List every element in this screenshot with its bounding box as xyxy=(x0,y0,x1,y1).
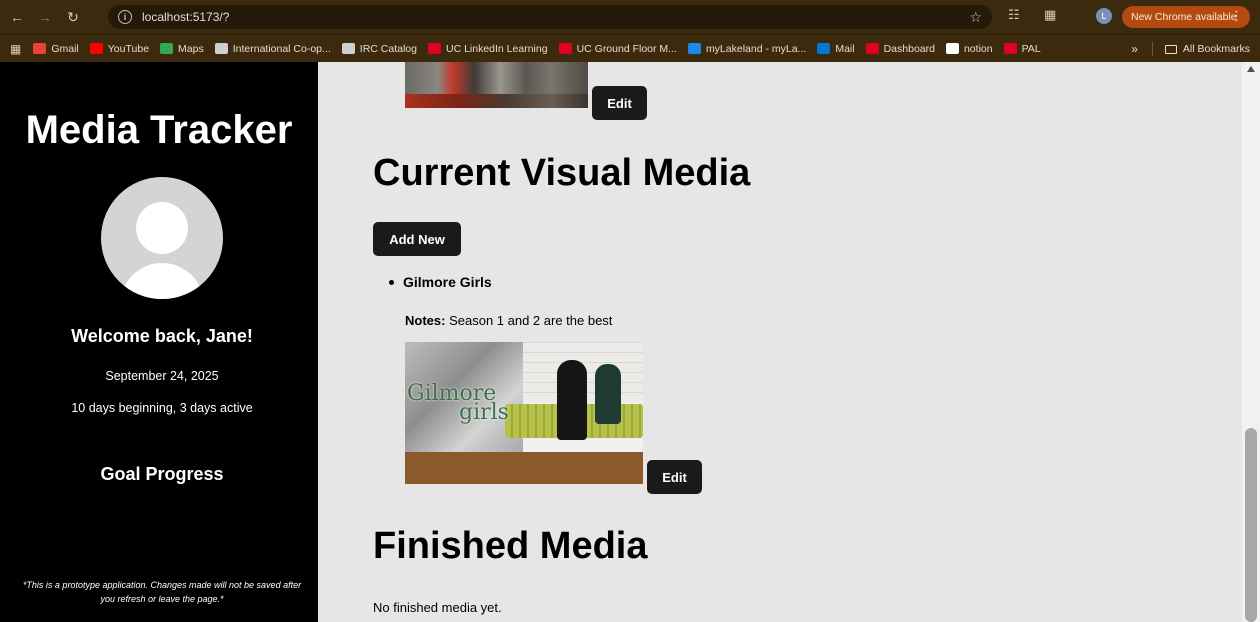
menu-dots-icon[interactable]: ⋮ xyxy=(1230,8,1243,24)
avatar-body xyxy=(120,263,204,299)
bookmark-item[interactable]: Maps xyxy=(160,43,204,55)
bookmark-item[interactable]: notion xyxy=(945,42,993,55)
scroll-up-icon[interactable] xyxy=(1247,66,1255,72)
extensions-icon[interactable]: ☷ xyxy=(1008,7,1020,23)
bookmark-label: Mail xyxy=(835,42,855,55)
profile-avatar[interactable]: L xyxy=(1096,8,1112,24)
reload-icon[interactable]: ↻ xyxy=(62,6,84,28)
bookmark-label: PAL xyxy=(1021,42,1041,55)
bookmark-favicon-icon xyxy=(214,43,228,54)
folder-icon xyxy=(1164,44,1177,54)
scrollbar-thumb[interactable] xyxy=(1245,428,1257,622)
bookmark-divider xyxy=(1151,42,1153,56)
bookmark-favicon-icon xyxy=(687,43,701,54)
bookmark-favicon-icon xyxy=(160,43,174,54)
bookmark-label: Gmail xyxy=(51,42,79,55)
prototype-disclaimer: *This is a prototype application. Change… xyxy=(22,580,302,604)
gilmore-girls-poster: Gilmore girls xyxy=(405,342,643,484)
bookmark-item[interactable]: PAL xyxy=(1003,42,1041,55)
finished-empty-message: No finished media yet. xyxy=(373,600,502,615)
bookmark-favicon-icon xyxy=(341,43,355,54)
edit-button[interactable]: Edit xyxy=(647,460,702,494)
bookmarks-bar: ▦ Gmail YouTube Maps International Co-op...… xyxy=(0,34,1260,62)
bookmark-star-icon[interactable]: ☆ xyxy=(969,9,982,26)
media-notes: Notes: Season 1 and 2 are the best xyxy=(405,313,612,328)
bookmark-item[interactable]: YouTube xyxy=(89,42,150,55)
bookmark-favicon-icon xyxy=(865,43,879,54)
bookmark-item[interactable]: UC LinkedIn Learning xyxy=(427,42,548,55)
bookmark-favicon-icon xyxy=(1003,43,1017,54)
bookmark-label: YouTube xyxy=(107,42,150,55)
app-sidebar: Media Tracker Welcome back, Jane! Septem… xyxy=(0,62,318,622)
media-title: Gilmore Girls xyxy=(403,274,492,290)
main-content: Edit Current Visual Media Add New Gilmor… xyxy=(318,62,1242,622)
current-date: September 24, 2025 xyxy=(105,369,219,383)
bookmark-label: International Co-op... xyxy=(232,42,331,55)
app-title: Media Tracker xyxy=(25,108,293,152)
activity-streak: 10 days beginning, 3 days active xyxy=(71,401,253,415)
bookmark-list: Gmail YouTube Maps International Co-op... IR… xyxy=(33,43,1051,55)
address-bar[interactable]: i localhost:5173/? ☆ xyxy=(108,5,992,29)
bookmark-label: Maps xyxy=(178,42,204,55)
avatar-head xyxy=(136,202,188,254)
add-new-button[interactable]: Add New xyxy=(373,222,461,256)
bookmark-label: UC Ground Floor M... xyxy=(576,42,677,55)
more-bookmarks-icon[interactable]: » xyxy=(1131,42,1138,56)
bookmark-label: notion xyxy=(963,42,993,55)
bookmark-favicon-icon xyxy=(427,43,441,54)
all-bookmarks-link[interactable]: All Bookmarks xyxy=(1183,43,1250,55)
bookmark-label: myLakeland - myLa... xyxy=(705,42,807,55)
tab-search-icon[interactable]: ▦ xyxy=(1044,7,1056,23)
chrome-update-label: New Chrome available xyxy=(1131,11,1237,23)
page-scrollbar[interactable] xyxy=(1242,62,1260,622)
forward-arrow-icon[interactable]: → xyxy=(34,6,56,28)
notes-label: Notes: xyxy=(405,313,446,328)
poster-detail xyxy=(405,94,588,108)
site-info-icon[interactable]: i xyxy=(118,10,132,24)
bullet xyxy=(389,279,394,285)
poster-logo: Gilmore girls xyxy=(407,383,519,424)
goal-progress-heading: Goal Progress xyxy=(100,464,224,484)
bookmark-favicon-icon xyxy=(89,43,103,54)
user-avatar xyxy=(101,177,223,299)
bookmark-item[interactable]: Dashboard xyxy=(865,42,935,55)
welcome-message: Welcome back, Jane! xyxy=(71,326,253,346)
bookmark-label: IRC Catalog xyxy=(359,42,417,55)
bookmark-item[interactable]: Mail xyxy=(817,42,855,55)
previous-item-poster xyxy=(405,62,588,108)
finished-media-heading: Finished Media xyxy=(373,525,648,567)
bookmark-item[interactable]: UC Ground Floor M... xyxy=(558,42,677,55)
bookmark-favicon-icon xyxy=(33,43,47,54)
bookmark-favicon-icon xyxy=(558,43,572,54)
current-visual-media-heading: Current Visual Media xyxy=(373,152,751,194)
bookmark-label: UC LinkedIn Learning xyxy=(445,42,548,55)
bookmark-item[interactable]: IRC Catalog xyxy=(341,42,417,55)
bookmark-item[interactable]: myLakeland - myLa... xyxy=(687,42,807,55)
list-item: Gilmore Girls xyxy=(389,274,492,290)
bookmark-label: Dashboard xyxy=(883,42,935,55)
poster-floor xyxy=(405,452,643,484)
back-arrow-icon[interactable]: ← xyxy=(6,6,28,28)
bookmark-favicon-icon xyxy=(817,43,831,54)
bookmark-item[interactable]: Gmail xyxy=(33,42,79,55)
poster-figure xyxy=(557,360,587,440)
chrome-update-button[interactable]: New Chrome available ⋮ xyxy=(1122,6,1250,28)
address-url[interactable]: localhost:5173/? xyxy=(142,10,229,24)
poster-figure xyxy=(595,364,621,424)
apps-grid-icon[interactable]: ▦ xyxy=(10,42,21,56)
bookmark-item[interactable]: International Co-op... xyxy=(214,42,331,55)
notes-text: Season 1 and 2 are the best xyxy=(449,313,613,328)
bookmarks-overflow: » All Bookmarks xyxy=(1131,35,1250,63)
bookmark-favicon-icon xyxy=(945,43,959,54)
edit-button[interactable]: Edit xyxy=(592,86,647,120)
